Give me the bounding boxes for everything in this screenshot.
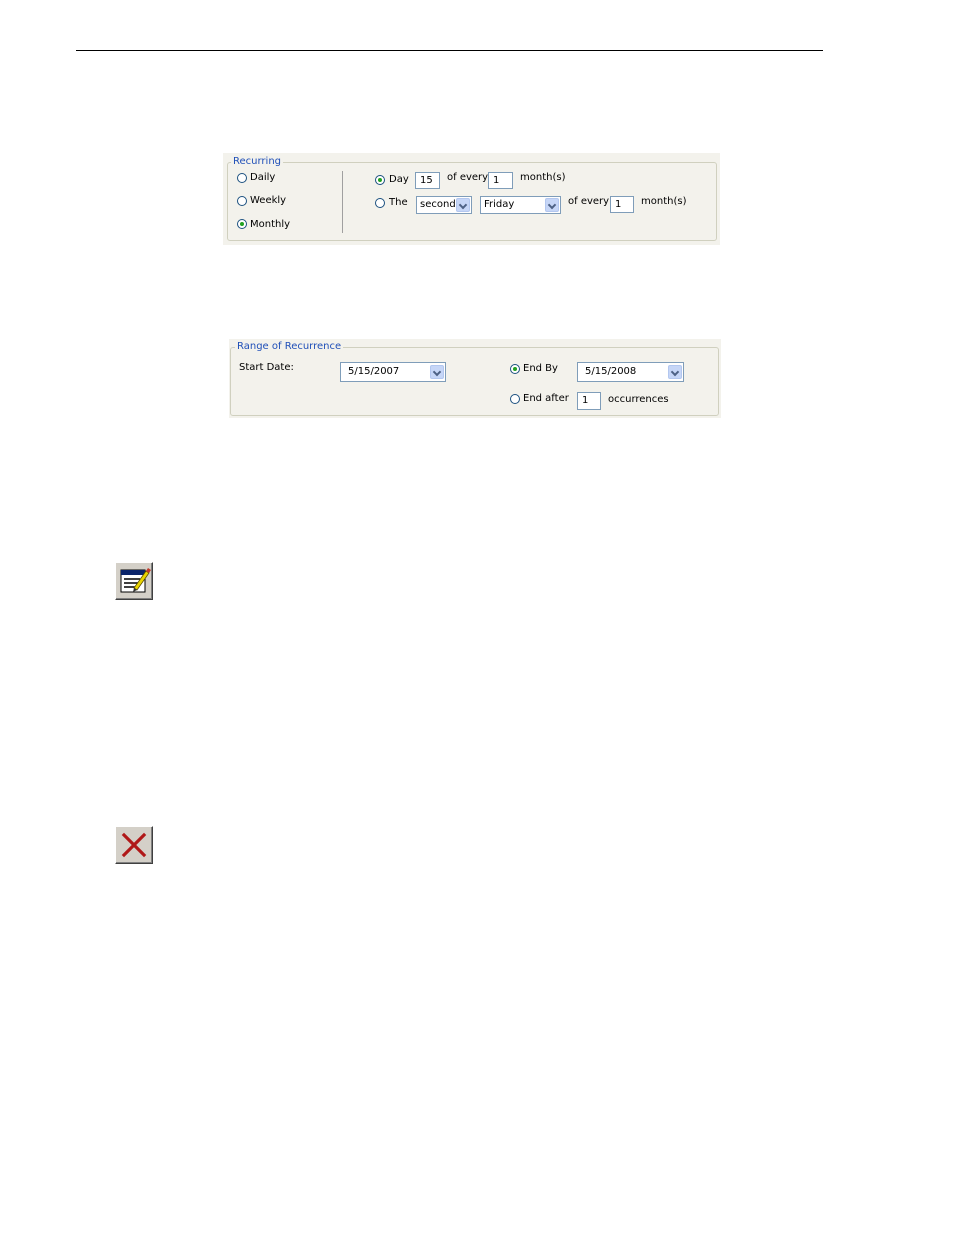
weekday-select-value: Friday: [484, 199, 515, 210]
radio-monthly-label: Monthly: [250, 219, 291, 230]
radio-end-after[interactable]: [510, 394, 520, 404]
range-legend: Range of Recurrence: [235, 341, 344, 353]
chevron-down-icon[interactable]: [668, 365, 682, 379]
start-date-picker[interactable]: 5/15/2007: [340, 362, 446, 382]
the-months-input[interactable]: 1: [610, 196, 634, 213]
day-months-label: month(s): [520, 172, 566, 183]
delete-x-icon: [121, 832, 147, 858]
recurring-panel: Recurring Daily Weekly Monthly Day 15 of…: [223, 153, 720, 245]
radio-end-by[interactable]: [510, 364, 520, 374]
weekday-select[interactable]: Friday: [480, 196, 561, 214]
top-rule: [76, 50, 823, 51]
start-date-value: 5/15/2007: [348, 366, 400, 377]
radio-monthly-circle[interactable]: [237, 219, 247, 229]
radio-the-label: The: [389, 197, 408, 208]
the-months-label: month(s): [641, 196, 687, 207]
end-after-label: End after: [523, 393, 569, 404]
recurring-divider: [342, 171, 343, 233]
end-date-picker[interactable]: 5/15/2008: [577, 362, 684, 382]
radio-daily-circle[interactable]: [237, 173, 247, 183]
edit-schedule-button[interactable]: [115, 562, 153, 600]
day-of-month-input[interactable]: 15: [415, 172, 440, 189]
ordinal-select-value: second: [420, 199, 456, 210]
radio-weekly-circle[interactable]: [237, 196, 247, 206]
chevron-down-icon[interactable]: [430, 365, 444, 379]
radio-the[interactable]: [375, 198, 385, 208]
chevron-down-icon[interactable]: [456, 198, 470, 212]
delete-button[interactable]: [115, 826, 153, 864]
radio-daily-label: Daily: [250, 172, 276, 183]
ordinal-select[interactable]: second: [416, 196, 472, 214]
day-months-input[interactable]: 1: [488, 172, 513, 189]
radio-day[interactable]: [375, 175, 385, 185]
the-of-every-label: of every: [568, 196, 610, 207]
start-date-label: Start Date:: [239, 362, 294, 373]
range-panel: Range of Recurrence Start Date: 5/15/200…: [229, 339, 721, 418]
chevron-down-icon[interactable]: [545, 198, 559, 212]
occurrences-input[interactable]: 1: [577, 392, 601, 410]
recurring-legend: Recurring: [231, 156, 283, 168]
end-by-label: End By: [523, 363, 558, 374]
day-of-every-label: of every: [447, 172, 489, 183]
radio-day-label: Day: [389, 174, 409, 185]
radio-weekly-label: Weekly: [250, 195, 287, 206]
occurrences-label: occurrences: [608, 394, 669, 405]
end-date-value: 5/15/2008: [585, 366, 637, 377]
edit-schedule-icon: [120, 568, 151, 593]
